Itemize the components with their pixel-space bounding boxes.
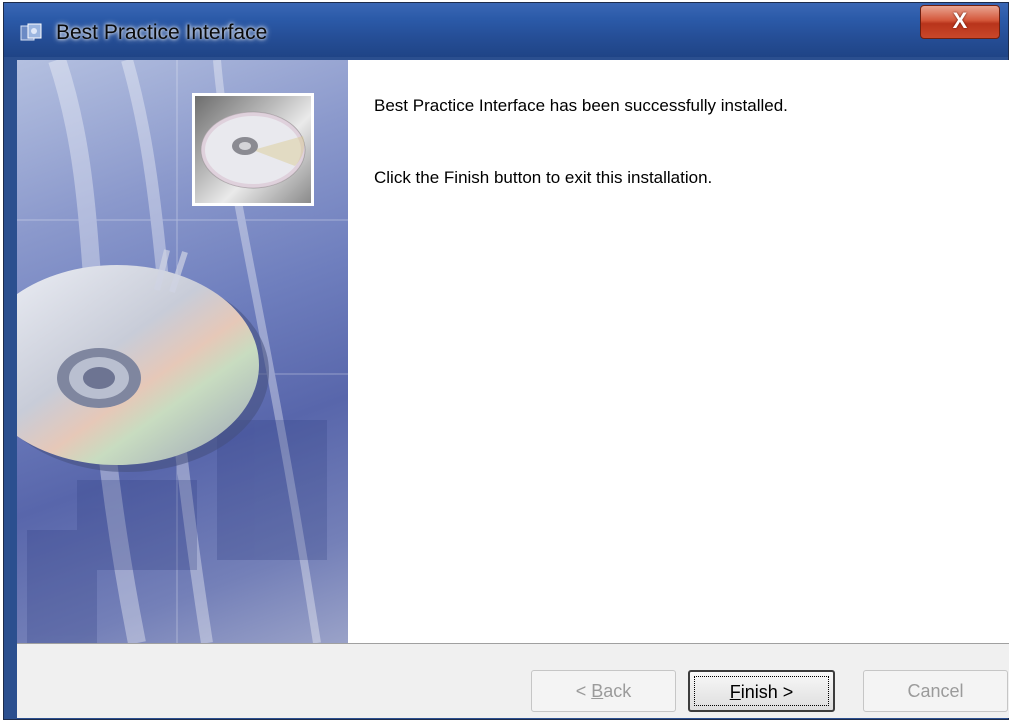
finish-button-suffix: > [777,682,794,702]
cd-disc-banner [17,60,348,643]
exit-instruction: Click the Finish button to exit this ins… [374,168,713,187]
back-button[interactable]: < Back [531,670,676,712]
window-title: Best Practice Interface [56,21,268,44]
finish-button-label: inish [740,682,778,702]
cd-disc-icon [192,93,314,206]
close-button[interactable]: X [920,5,1000,39]
button-bar: < Back Finish > Cancel [17,643,1009,718]
finish-button[interactable]: Finish > [688,670,835,712]
back-button-label: ack [603,681,632,701]
back-button-mnemonic: B [591,681,604,701]
dialog-body: Best Practice Interface has been success… [17,60,1009,718]
close-icon: X [952,8,968,33]
success-message: Best Practice Interface has been success… [374,96,788,115]
focus-rectangle: Finish > [694,676,829,706]
back-button-prefix: < [575,681,592,701]
title-bar[interactable]: Best Practice Interface X [4,3,1008,57]
finish-button-mnemonic: F [729,682,741,702]
installer-window: Best Practice Interface X Best Practice … [3,2,1009,720]
setup-cd-icon [20,23,42,41]
cancel-button[interactable]: Cancel [863,670,1008,712]
message-panel: Best Practice Interface has been success… [348,60,1009,643]
